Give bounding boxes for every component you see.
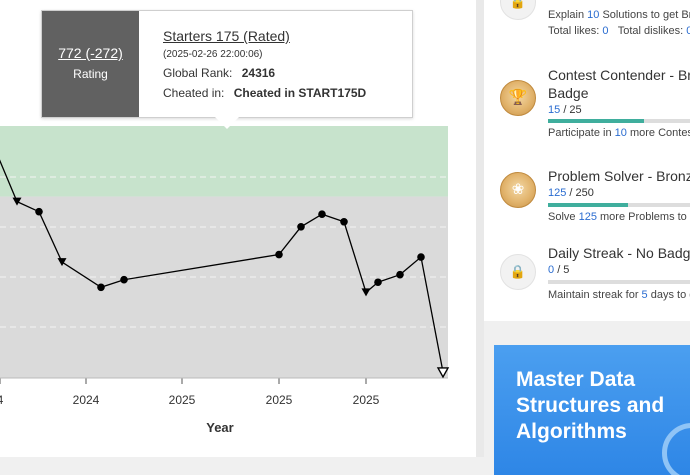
desc-number: 10 <box>614 127 627 139</box>
badge-progress <box>548 280 690 284</box>
x-tick-label-4: 2025 <box>353 393 380 407</box>
data-point-7 <box>297 223 305 231</box>
promo-headline: Master Data Structures and Algorithms <box>516 367 690 445</box>
desc-text: Explain <box>548 9 588 21</box>
count-current: 125 <box>548 187 567 199</box>
rating-band-1 <box>0 196 448 378</box>
rank-value: 24316 <box>241 66 276 80</box>
desc-text: Solve <box>548 211 579 223</box>
data-point-9 <box>340 217 348 226</box>
desc-text-end: Solutions to get Bro <box>599 9 690 21</box>
tooltip-arrow <box>214 116 240 129</box>
lock-icon: 🔒 <box>500 0 536 20</box>
badge-daily-streak[interactable]: 🔒 Daily Streak - No Badge 0 / 5 Maintain… <box>484 243 690 307</box>
dislikes-value: 0 <box>686 25 690 37</box>
tooltip-rating-label: Rating <box>73 67 108 81</box>
data-point-8 <box>318 210 326 218</box>
tooltip-rating-box: 772 (-272) Rating <box>42 11 139 117</box>
gear-icon: ❀ <box>500 172 536 208</box>
tooltip-details: Starters 175 (Rated) (2025-02-26 22:00:0… <box>163 28 366 100</box>
badge-contest-contender[interactable]: 🏆 Contest Contender - Br Badge 15 / 25 P… <box>484 64 690 144</box>
desc-text-end: days to g <box>650 289 690 301</box>
badge-desc: Solve 125 more Problems to g <box>548 211 690 223</box>
count-total: / 250 <box>569 187 594 199</box>
badge-count: 0 / 5 <box>548 264 569 276</box>
x-tick-label-2: 2025 <box>169 393 196 407</box>
data-point-5 <box>120 275 128 284</box>
desc-number: 125 <box>578 211 597 223</box>
data-point-13 <box>417 253 425 261</box>
tooltip-cheated: Cheated in: Cheated in START175D <box>163 86 366 100</box>
badge-title: Daily Streak - No Badge <box>548 245 690 261</box>
data-point-6 <box>275 250 283 259</box>
badge-title: Contest Contender - Br <box>548 67 690 83</box>
count-current: 0 <box>548 264 555 276</box>
rating-tooltip: 772 (-272) Rating Starters 175 (Rated) (… <box>41 10 413 118</box>
badge-title: Problem Solver - Bronz <box>548 168 690 184</box>
tooltip-contest-link[interactable]: Starters 175 (Rated) <box>163 28 366 44</box>
desc-text: Participate in <box>548 127 615 139</box>
rank-label: Global Rank: <box>163 66 233 80</box>
x-tick-label-3: 2025 <box>266 393 293 407</box>
lock-icon: 🔒 <box>500 254 536 290</box>
promo-banner[interactable]: Master Data Structures and Algorithms <box>494 345 690 475</box>
data-point-11 <box>374 278 382 287</box>
badge-count: 15 / 25 <box>548 104 582 116</box>
badges-card: 🔒 Explain 10 Solutions to get Bro Total … <box>484 0 690 322</box>
x-tick-label-1: 2024 <box>73 393 100 407</box>
likes-value: 0 <box>602 25 609 37</box>
desc-number: 10 <box>587 9 600 21</box>
badge-desc: Maintain streak for 5 days to g <box>548 289 690 301</box>
promo-line-1: Master Data <box>516 368 636 391</box>
badge-progress-fill <box>548 119 644 123</box>
count-total: / 25 <box>563 104 582 116</box>
desc-text: Maintain streak for <box>548 289 642 301</box>
promo-card: Master Data Structures and Algorithms <box>484 321 690 475</box>
desc-text-end: more Problems to g <box>596 211 690 223</box>
tooltip-rating-value[interactable]: 772 (-272) <box>42 45 139 61</box>
count-current: 15 <box>548 104 561 116</box>
count-total: / 5 <box>557 264 570 276</box>
badge-discussion: 🔒 Explain 10 Solutions to get Bro Total … <box>484 0 690 42</box>
badge-progress-fill <box>548 203 628 207</box>
badge-progress <box>548 203 690 207</box>
badge-progress <box>548 119 690 123</box>
badge-count: 125 / 250 <box>548 187 594 199</box>
badge-desc: Explain 10 Solutions to get Bro <box>548 9 690 21</box>
data-point-12 <box>396 270 404 279</box>
badge-desc: Participate in 10 more Contest <box>548 127 690 139</box>
desc-text-end: more Contest <box>626 127 690 139</box>
tooltip-contest-date: (2025-02-26 22:00:06) <box>163 49 263 60</box>
data-point-4 <box>97 283 105 292</box>
dislikes-label: Total dislikes: <box>617 25 684 37</box>
badge-problem-solver[interactable]: ❀ Problem Solver - Bronz 125 / 250 Solve… <box>484 166 690 230</box>
trophy-icon: 🏆 <box>500 80 536 116</box>
likes-label: Total likes: <box>548 25 600 37</box>
rating-band-0 <box>0 126 448 197</box>
promo-line-3: Algorithms <box>516 420 627 443</box>
cheated-value: Cheated in START175D <box>233 86 367 100</box>
tooltip-global-rank: Global Rank: 24316 <box>163 66 366 80</box>
x-axis-label: Year <box>206 420 233 435</box>
badge-title-line2: Badge <box>548 85 589 101</box>
data-point-2 <box>35 207 43 216</box>
column-divider <box>476 0 484 457</box>
x-tick-label-0: 4 <box>0 393 4 407</box>
rating-chart-panel: 4 2024 2025 2025 2025 Year 772 (-272) Rating … <box>0 0 476 457</box>
promo-line-2: Structures and <box>516 394 665 417</box>
badge-likes: Total likes: 0 Total dislikes: 0 <box>548 25 690 37</box>
cheated-label: Cheated in: <box>163 86 225 100</box>
